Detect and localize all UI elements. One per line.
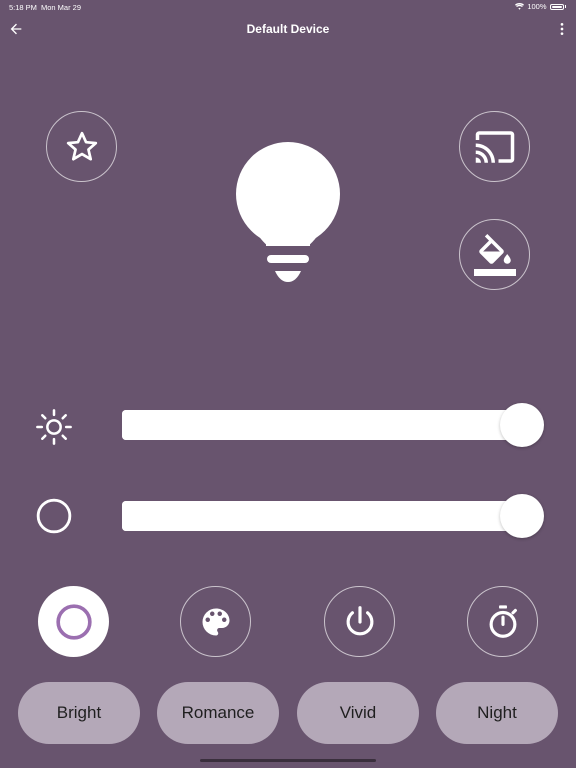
power-icon <box>346 605 373 635</box>
circle-ring-icon <box>55 603 92 640</box>
wifi-icon <box>515 3 525 10</box>
color-temp-slider-fill <box>122 501 522 531</box>
palette-button[interactable] <box>180 586 251 657</box>
color-fill-button[interactable] <box>459 219 530 290</box>
preset-bright-button[interactable]: Bright <box>18 682 140 744</box>
preset-vivid-button[interactable]: Vivid <box>297 682 419 744</box>
timer-icon <box>489 604 517 638</box>
timer-button[interactable] <box>467 586 538 657</box>
brightness-slider[interactable] <box>122 403 544 447</box>
favorite-button[interactable] <box>46 111 117 182</box>
battery-tip <box>564 5 566 8</box>
cast-icon <box>475 130 514 163</box>
palette-icon <box>202 608 229 635</box>
status-time: 5:18 PM <box>9 3 37 12</box>
color-temp-slider[interactable] <box>122 494 544 538</box>
power-button[interactable] <box>324 586 395 657</box>
home-indicator <box>200 759 376 762</box>
circle-outline-icon <box>34 496 74 536</box>
status-date: Mon Mar 29 <box>41 3 82 12</box>
format-color-fill-icon <box>473 233 516 276</box>
preset-romance-button[interactable]: Romance <box>157 682 279 744</box>
brightness-slider-fill <box>122 410 522 440</box>
page-title: Default Device <box>246 22 330 36</box>
more-vertical-icon[interactable] <box>554 21 570 37</box>
battery-icon <box>549 3 564 10</box>
color-temp-slider-thumb[interactable] <box>500 494 544 538</box>
color-mode-button[interactable] <box>38 586 109 657</box>
lightbulb-icon[interactable] <box>230 140 346 284</box>
brightness-icon <box>34 407 74 447</box>
star-outline-icon <box>66 131 97 160</box>
status-right: 100% <box>515 2 566 11</box>
cast-button[interactable] <box>459 111 530 182</box>
battery-percent: 100% <box>527 2 547 11</box>
status-bar: 5:18 PM Mon Mar 29 100% <box>0 0 576 14</box>
preset-night-button[interactable]: Night <box>436 682 558 744</box>
brightness-slider-thumb[interactable] <box>500 403 544 447</box>
